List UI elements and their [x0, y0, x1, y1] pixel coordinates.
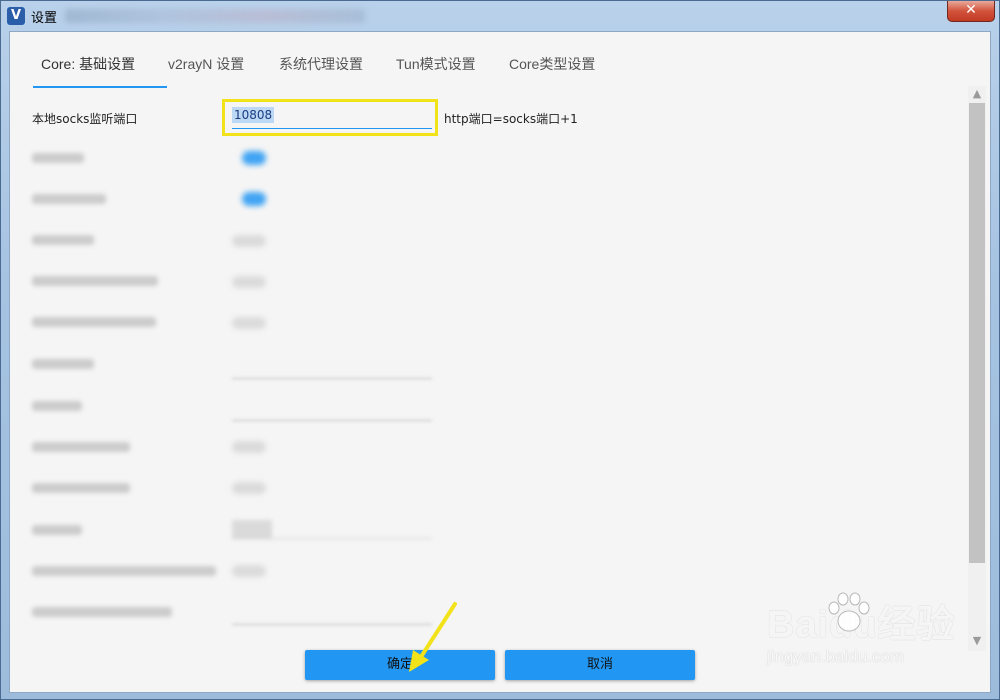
settings-window: V 设置 ✕ Core: 基础设置 v2rayN 设置 系统代理设置 Tun模式… — [0, 0, 1000, 700]
blurred-title-detail — [65, 9, 365, 23]
socks-port-label: 本地socks监听端口 — [32, 112, 138, 126]
watermark-url: jingyan.baidu.com — [767, 647, 905, 666]
blurred-toggle[interactable] — [232, 565, 266, 577]
paw-icon — [828, 592, 870, 632]
blurred-setting-label — [32, 607, 172, 617]
blurred-setting-label — [32, 442, 130, 452]
blurred-toggle[interactable] — [232, 441, 266, 453]
blurred-setting-label — [32, 566, 216, 576]
blurred-setting-label — [32, 525, 82, 535]
blurred-text-field[interactable] — [232, 420, 432, 421]
blurred-text-field[interactable] — [232, 624, 432, 625]
ok-button[interactable]: 确定 — [305, 650, 495, 680]
tab-tun-mode[interactable]: Tun模式设置 — [396, 48, 476, 86]
blurred-setting-label — [32, 153, 84, 163]
blurred-toggle[interactable] — [242, 151, 266, 165]
blurred-setting-label — [32, 317, 156, 327]
http-port-hint: http端口=socks端口+1 — [444, 112, 578, 126]
scroll-thumb[interactable] — [969, 103, 985, 563]
tab-v2rayn[interactable]: v2rayN 设置 — [168, 48, 244, 86]
close-button[interactable]: ✕ — [947, 1, 995, 22]
watermark: Baidu经验 jingyan.baidu.com — [767, 592, 982, 673]
vertical-scrollbar[interactable]: ▲ ▼ — [968, 86, 986, 651]
blurred-setting-label — [32, 276, 158, 286]
blurred-text-field[interactable] — [232, 378, 432, 379]
cancel-button[interactable]: 取消 — [505, 650, 695, 680]
tab-core-basic[interactable]: Core: 基础设置 — [33, 48, 167, 88]
blurred-dropdown[interactable] — [232, 520, 432, 539]
blurred-toggle[interactable] — [232, 317, 266, 329]
blurred-setting-label — [32, 359, 94, 369]
tab-core-type[interactable]: Core类型设置 — [509, 48, 595, 86]
blurred-setting-label — [32, 483, 130, 493]
blurred-toggle[interactable] — [232, 235, 266, 247]
blurred-toggle[interactable] — [242, 192, 266, 206]
title-bar: V 设置 ✕ — [1, 1, 999, 31]
blurred-toggle[interactable] — [232, 276, 266, 288]
annotation-arrow-icon — [409, 602, 457, 672]
tab-bar: Core: 基础设置 v2rayN 设置 系统代理设置 Tun模式设置 Core… — [18, 48, 978, 88]
scroll-up-icon[interactable]: ▲ — [968, 86, 986, 102]
blurred-setting-label — [32, 235, 94, 245]
blurred-setting-label — [32, 401, 82, 411]
blurred-setting-label — [32, 194, 106, 204]
window-title: 设置 — [31, 11, 58, 26]
v2rayn-logo-icon: V — [7, 7, 25, 25]
blurred-toggle[interactable] — [232, 482, 266, 494]
tab-system-proxy[interactable]: 系统代理设置 — [279, 48, 363, 86]
socks-port-value[interactable]: 10808 — [232, 107, 275, 123]
